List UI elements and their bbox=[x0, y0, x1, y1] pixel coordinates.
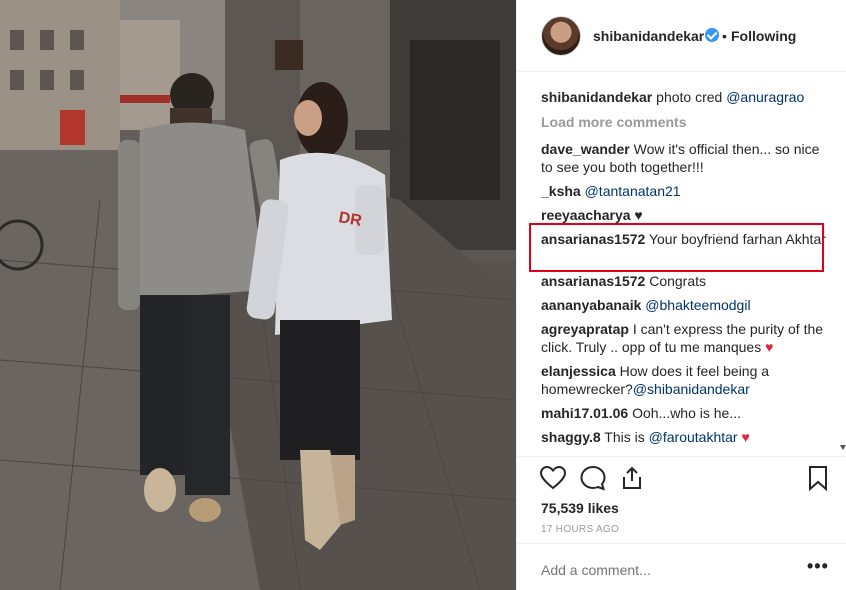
likes-count[interactable]: 75,539 likes bbox=[541, 500, 619, 516]
comment-item: reeyaacharya ♥ bbox=[541, 206, 831, 224]
load-more-comments-button[interactable]: Load more comments bbox=[541, 114, 686, 130]
comment-username[interactable]: agreyapratap bbox=[541, 321, 629, 337]
separator-dot: • bbox=[722, 28, 727, 44]
comment-mention[interactable]: @anuragrao bbox=[726, 89, 804, 105]
comment-item: ansarianas1572 Congrats bbox=[541, 272, 831, 290]
comment-item: dave_wander Wow it's official then... so… bbox=[541, 140, 831, 176]
comment-username[interactable]: shaggy.8 bbox=[541, 429, 601, 445]
black-heart-icon: ♥ bbox=[634, 207, 643, 223]
verified-badge-icon bbox=[705, 28, 719, 42]
comment-mention[interactable]: @bhakteemodgil bbox=[645, 297, 750, 313]
comment-text: Ooh...who is he... bbox=[632, 405, 742, 421]
heart-icon[interactable] bbox=[539, 465, 567, 491]
comment-username[interactable]: aananyabanaik bbox=[541, 297, 641, 313]
comment-mention[interactable]: @shibanidandekar bbox=[633, 381, 750, 397]
comment-item: _ksha @tantanatan21 bbox=[541, 182, 831, 200]
comment-item: shaggy.8 This is @faroutakhtar ♥ bbox=[541, 428, 831, 446]
comments-scrollbar[interactable] bbox=[839, 72, 846, 452]
add-comment-bar: ••• bbox=[517, 543, 846, 590]
comment-icon[interactable] bbox=[579, 465, 607, 491]
scroll-down-arrow-icon[interactable] bbox=[840, 445, 846, 450]
comment-username[interactable]: _ksha bbox=[541, 183, 581, 199]
add-comment-input[interactable] bbox=[541, 562, 781, 578]
comment-item: aananyabanaik @bhakteemodgil bbox=[541, 296, 831, 314]
post-photo[interactable]: DR bbox=[0, 0, 516, 590]
comment-username[interactable]: dave_wander bbox=[541, 141, 630, 157]
bookmark-icon[interactable] bbox=[807, 465, 829, 491]
comment-username[interactable]: mahi17.01.06 bbox=[541, 405, 628, 421]
street-scene-illustration: DR bbox=[0, 0, 516, 590]
comment-mention[interactable]: @faroutakhtar bbox=[649, 429, 738, 445]
highlighted-comment-box bbox=[529, 223, 824, 272]
avatar[interactable] bbox=[541, 16, 581, 56]
post-timestamp[interactable]: 17 HOURS AGO bbox=[541, 524, 619, 535]
comment-item: mahi17.01.06 Ooh...who is he... bbox=[541, 404, 831, 422]
comment-text: This is bbox=[604, 429, 649, 445]
comment-text: photo cred bbox=[656, 89, 727, 105]
comment-text: Congrats bbox=[649, 273, 707, 289]
red-heart-icon: ♥ bbox=[741, 429, 750, 445]
following-button[interactable]: Following bbox=[731, 28, 796, 44]
comment-item: elanjessica How does it feel being a hom… bbox=[541, 362, 831, 398]
post-header: shibanidandekar • Following bbox=[517, 0, 846, 72]
post-actions-bar bbox=[517, 456, 846, 496]
comment-caption: shibanidandekar photo cred @anuragrao bbox=[541, 88, 831, 106]
share-icon[interactable] bbox=[619, 465, 645, 491]
comment-username[interactable]: reeyaacharya bbox=[541, 207, 631, 223]
comment-item: agreyapratap I can't express the purity … bbox=[541, 320, 831, 356]
comment-username[interactable]: shibanidandekar bbox=[541, 89, 652, 105]
comment-username[interactable]: elanjessica bbox=[541, 363, 616, 379]
comment-mention[interactable]: @tantanatan21 bbox=[585, 183, 681, 199]
red-heart-icon: ♥ bbox=[765, 339, 774, 355]
more-options-icon[interactable]: ••• bbox=[807, 556, 829, 577]
comment-username[interactable]: ansarianas1572 bbox=[541, 273, 645, 289]
post-side-panel: shibanidandekar • Following shibanidande… bbox=[516, 0, 846, 590]
header-username[interactable]: shibanidandekar bbox=[593, 28, 704, 44]
